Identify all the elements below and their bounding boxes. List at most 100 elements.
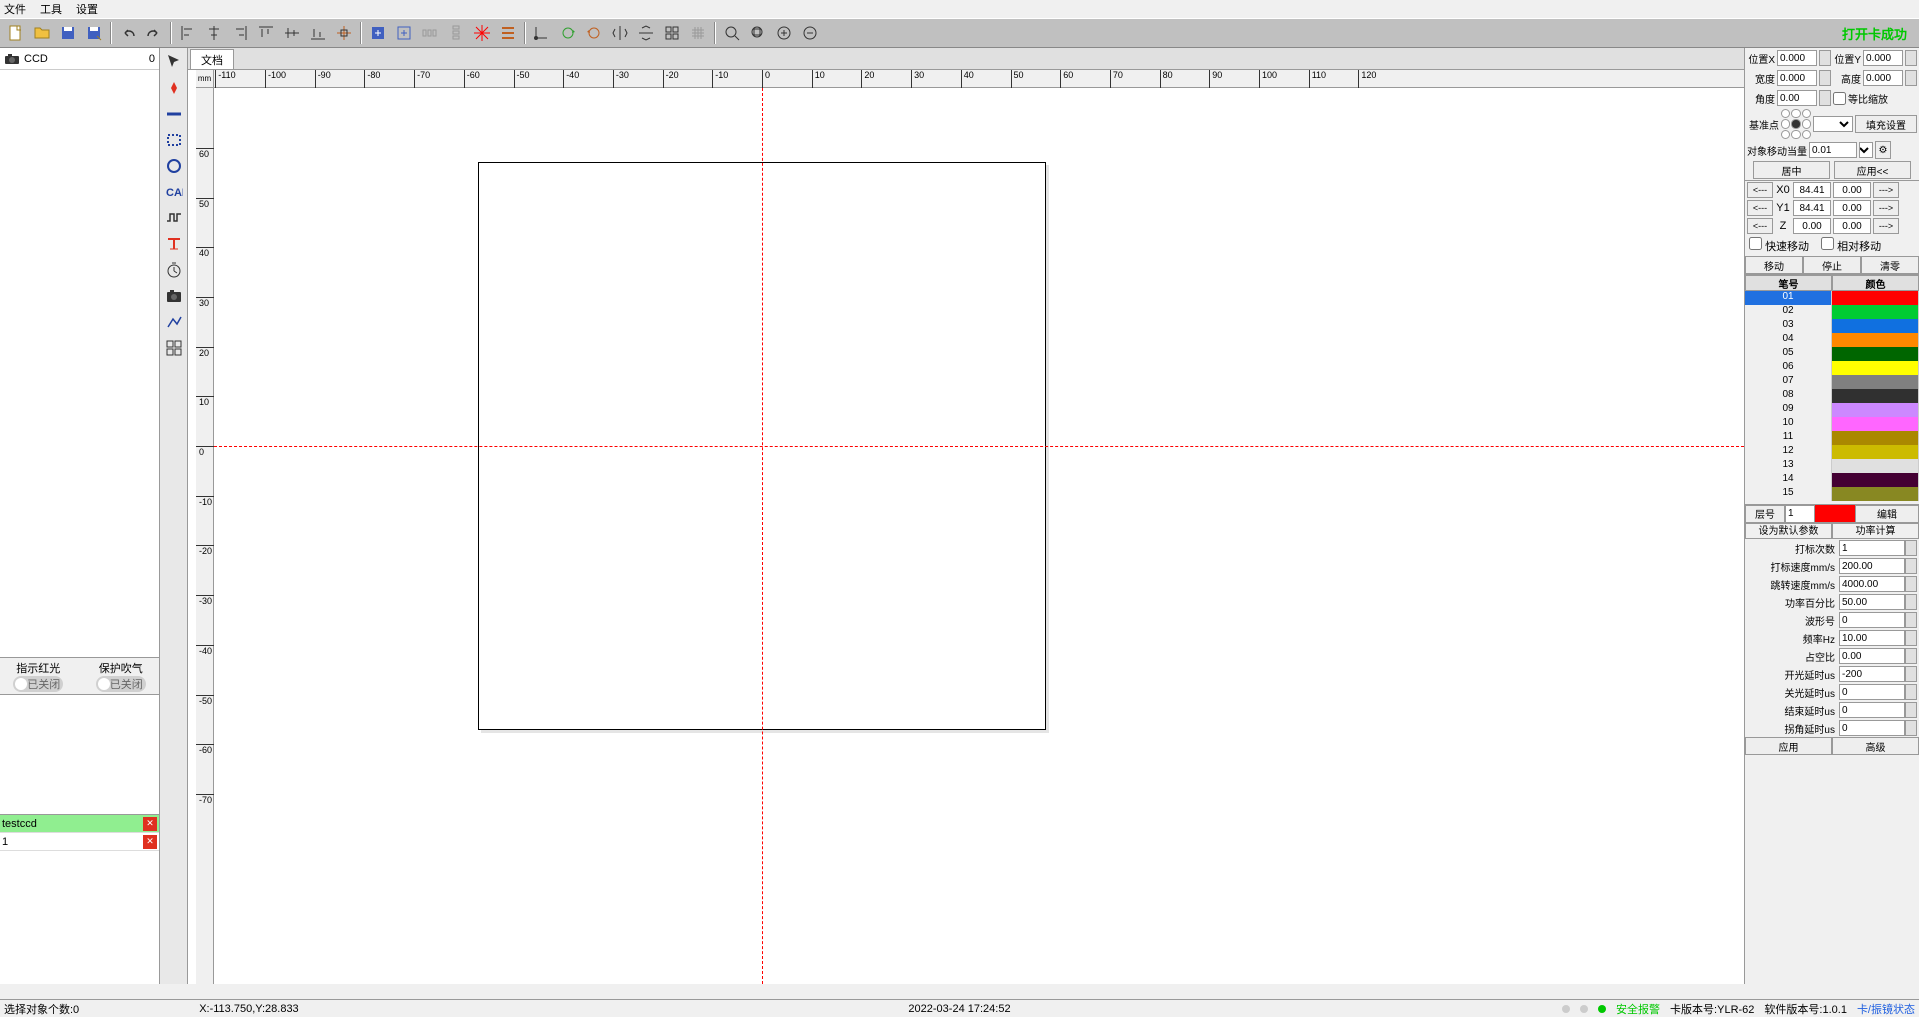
dist-v-icon[interactable] — [444, 21, 468, 45]
spin-icon[interactable] — [1905, 720, 1917, 736]
spin-icon[interactable] — [1905, 630, 1917, 646]
origin-icon[interactable] — [530, 21, 554, 45]
param-input[interactable] — [1839, 648, 1905, 664]
y1b-input[interactable] — [1833, 200, 1871, 216]
align-center-h-icon[interactable] — [202, 21, 226, 45]
param-input[interactable] — [1839, 702, 1905, 718]
spin-icon[interactable] — [1905, 558, 1917, 574]
grid-icon[interactable] — [660, 21, 684, 45]
pen-row[interactable]: 02 — [1745, 305, 1919, 319]
spin-icon[interactable] — [1905, 612, 1917, 628]
move-unit-input[interactable] — [1809, 142, 1857, 158]
spin-icon[interactable] — [1905, 648, 1917, 664]
mirror-h-icon[interactable] — [608, 21, 632, 45]
move-button[interactable]: 移动 — [1745, 256, 1803, 274]
object-row[interactable]: 1✕ — [0, 833, 159, 851]
y1-input[interactable] — [1793, 200, 1831, 216]
aspect-checkbox[interactable] — [1833, 92, 1846, 105]
pen-row[interactable]: 09 — [1745, 403, 1919, 417]
apply-pos-button[interactable]: 应用<< — [1834, 161, 1911, 179]
y1-right-button[interactable]: ---> — [1873, 200, 1899, 216]
x0-left-button[interactable]: <--- — [1747, 182, 1773, 198]
zero-button[interactable]: 清零 — [1861, 256, 1919, 274]
param-input[interactable] — [1839, 630, 1905, 646]
select-tool-icon[interactable] — [162, 50, 186, 74]
undo-icon[interactable] — [116, 21, 140, 45]
height-input[interactable] — [1863, 70, 1903, 86]
align-center-v-icon[interactable] — [280, 21, 304, 45]
open-icon[interactable] — [30, 21, 54, 45]
zoom-sel-icon[interactable] — [746, 21, 770, 45]
spin-icon[interactable] — [1905, 702, 1917, 718]
spin-icon[interactable] — [1905, 70, 1917, 86]
spin-icon[interactable] — [1905, 50, 1917, 66]
move-unit-dropdown[interactable] — [1859, 142, 1873, 158]
zb-input[interactable] — [1833, 218, 1871, 234]
angle-input[interactable] — [1777, 90, 1817, 106]
pen-row[interactable]: 13 — [1745, 459, 1919, 473]
pen-row[interactable]: 12 — [1745, 445, 1919, 459]
save-pos-icon[interactable] — [366, 21, 390, 45]
spin-icon[interactable] — [1819, 70, 1831, 86]
toggle-red[interactable]: 已关闭 — [13, 676, 63, 692]
align-left-icon[interactable] — [176, 21, 200, 45]
apply-params-button[interactable]: 应用 — [1745, 737, 1832, 755]
spin-icon[interactable] — [1819, 50, 1831, 66]
rect-tool-icon[interactable] — [162, 128, 186, 152]
param-input[interactable] — [1839, 684, 1905, 700]
pen-row[interactable]: 15 — [1745, 487, 1919, 501]
camera-tool-icon[interactable] — [162, 284, 186, 308]
fast-move-checkbox[interactable]: 快速移动 — [1749, 237, 1809, 254]
spin-icon[interactable] — [1905, 666, 1917, 682]
rotate-cw-icon[interactable] — [556, 21, 580, 45]
zoom-in-icon[interactable] — [772, 21, 796, 45]
rotate-ccw-icon[interactable] — [582, 21, 606, 45]
save-icon[interactable] — [56, 21, 80, 45]
line-tool-icon[interactable] — [162, 102, 186, 126]
zoom-out-icon[interactable] — [798, 21, 822, 45]
new-icon[interactable] — [4, 21, 28, 45]
z-left-button[interactable]: <--- — [1747, 218, 1773, 234]
object-row[interactable]: testccd✕ — [0, 815, 159, 833]
posx-input[interactable] — [1777, 50, 1817, 66]
zoom-fit-icon[interactable] — [720, 21, 744, 45]
advanced-params-button[interactable]: 高级 — [1832, 737, 1919, 755]
pen-row[interactable]: 01 — [1745, 291, 1919, 305]
spin-icon[interactable] — [1819, 90, 1831, 106]
layer-num-input[interactable] — [1785, 505, 1815, 523]
mirror-v-icon[interactable] — [634, 21, 658, 45]
load-pos-icon[interactable] — [392, 21, 416, 45]
pulse-tool-icon[interactable] — [162, 206, 186, 230]
param-input[interactable] — [1839, 666, 1905, 682]
param-input[interactable] — [1839, 612, 1905, 628]
anchor-grid[interactable] — [1781, 109, 1811, 139]
x0b-input[interactable] — [1833, 182, 1871, 198]
spin-icon[interactable] — [1905, 594, 1917, 610]
default-params-button[interactable]: 设为默认参数 — [1745, 523, 1832, 539]
pen-row[interactable]: 08 — [1745, 389, 1919, 403]
edit-layer-button[interactable]: 编辑 — [1855, 505, 1919, 523]
param-input[interactable] — [1839, 558, 1905, 574]
status-galvo[interactable]: 卡/振镜状态 — [1857, 1001, 1915, 1017]
align-right-icon[interactable] — [228, 21, 252, 45]
text-tool-icon[interactable] — [162, 232, 186, 256]
z-right-button[interactable]: ---> — [1873, 218, 1899, 234]
center-both-icon[interactable] — [332, 21, 356, 45]
param-input[interactable] — [1839, 576, 1905, 592]
close-icon[interactable]: ✕ — [143, 835, 157, 849]
param-input[interactable] — [1839, 594, 1905, 610]
menu-file[interactable]: 文件 — [4, 1, 26, 17]
power-calc-button[interactable]: 功率计算 — [1832, 523, 1919, 539]
menu-settings[interactable]: 设置 — [76, 1, 98, 17]
fill-settings-button[interactable]: 填充设置 — [1855, 115, 1917, 133]
toggle-gas[interactable]: 已关闭 — [96, 676, 146, 692]
canvas[interactable]: mm -110-100-90-80-70-60-50-40-30-20-1001… — [188, 70, 1744, 984]
pen-table[interactable]: 笔号 颜色 010203040506070809101112131415 — [1745, 274, 1919, 504]
align-top-icon[interactable] — [254, 21, 278, 45]
close-icon[interactable]: ✕ — [143, 817, 157, 831]
gear-icon[interactable]: ⚙ — [1875, 141, 1891, 159]
anchor-select[interactable] — [1813, 116, 1853, 132]
y1-left-button[interactable]: <--- — [1747, 200, 1773, 216]
pen-row[interactable]: 07 — [1745, 375, 1919, 389]
pen-row[interactable]: 14 — [1745, 473, 1919, 487]
